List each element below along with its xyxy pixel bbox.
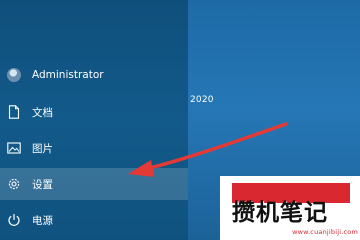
power-icon (7, 213, 21, 227)
menu-item-label: 文档 (32, 106, 53, 119)
avatar (7, 68, 21, 82)
gear-icon (7, 177, 21, 191)
menu-item-pictures[interactable]: 图片 (0, 133, 188, 163)
watermark-text: 攒机笔记 (232, 200, 328, 226)
user-account-item[interactable]: Administrator (0, 60, 188, 90)
user-name: Administrator (32, 69, 104, 81)
menu-item-label: 电源 (32, 214, 53, 227)
menu-item-documents[interactable]: 文档 (0, 97, 188, 127)
menu-item-power[interactable]: 电源 (0, 205, 188, 235)
menu-item-label: 图片 (32, 142, 53, 155)
document-icon (7, 105, 21, 119)
desktop-date-text: 2020 (190, 95, 214, 105)
start-menu: Administrator 文档 图片 设置 电源 (0, 0, 188, 240)
menu-item-label: 设置 (32, 178, 53, 191)
menu-item-settings[interactable]: 设置 (0, 168, 188, 200)
picture-icon (7, 141, 21, 155)
watermark-url: www.cuanjibiji.com (292, 228, 358, 236)
